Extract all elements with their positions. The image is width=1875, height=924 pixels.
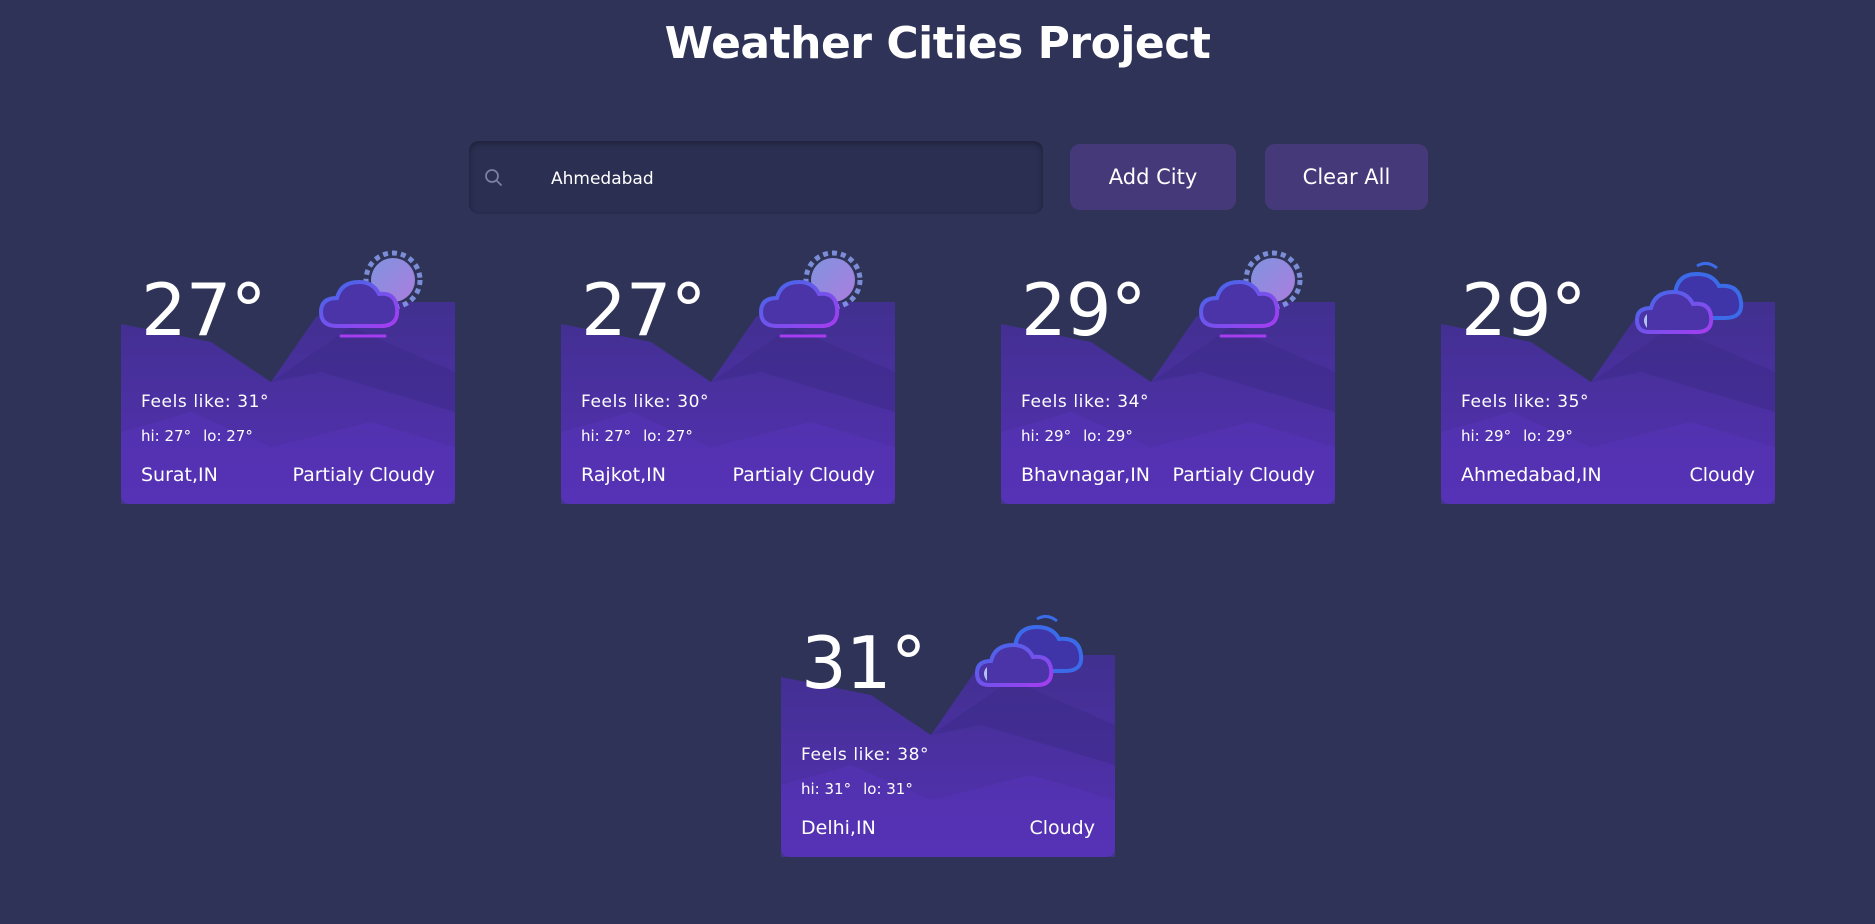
weather-card: 29° Feels like: 35° hi: 29° lo: 29° Ahmed… — [1441, 261, 1775, 504]
cloudy-icon — [974, 601, 1095, 701]
feels-like: Feels like: 30° — [581, 392, 710, 412]
search-box — [469, 141, 1043, 216]
lo-temp: lo: 31° — [863, 780, 913, 798]
hi-temp: hi: 27° — [141, 427, 192, 445]
hi-temp: hi: 31° — [801, 780, 852, 798]
condition: Partialy Cloudy — [732, 464, 875, 486]
hi-temp: hi: 27° — [581, 427, 632, 445]
city-name: Surat,IN — [141, 464, 218, 486]
temperature: 29° — [1461, 268, 1587, 352]
lo-temp: lo: 27° — [643, 427, 693, 445]
weather-card: 31° Feels like: 38° hi: 31° lo: 31° Delhi… — [781, 614, 1115, 857]
feels-like: Feels like: 35° — [1461, 392, 1590, 412]
city-name: Delhi,IN — [801, 817, 876, 839]
cloudy-icon — [1634, 248, 1755, 348]
search-icon — [483, 167, 505, 189]
condition: Partialy Cloudy — [1172, 464, 1315, 486]
hi-lo: hi: 31° lo: 31° — [801, 780, 925, 798]
clear-all-button[interactable]: Clear All — [1265, 144, 1428, 210]
weather-card: 27° Feels like: 30° hi: 27° lo: 27° Rajko… — [561, 250, 895, 504]
partly-cloudy-day-icon — [315, 248, 435, 348]
city-name: Rajkot,IN — [581, 464, 666, 486]
hi-lo: hi: 27° lo: 27° — [141, 427, 265, 445]
condition: Cloudy — [1029, 817, 1095, 839]
hi-lo: hi: 29° lo: 29° — [1021, 427, 1145, 445]
city-name: Ahmedabad,IN — [1461, 464, 1602, 486]
weather-card: 29° Feels like: 34° hi: 29° lo: 29° Bhavn… — [1001, 250, 1335, 504]
temperature: 31° — [801, 621, 927, 705]
add-city-button[interactable]: Add City — [1070, 144, 1236, 210]
hi-lo: hi: 29° lo: 29° — [1461, 427, 1585, 445]
feels-like: Feels like: 34° — [1021, 392, 1150, 412]
temperature: 27° — [581, 268, 707, 352]
city-name: Bhavnagar,IN — [1021, 464, 1151, 486]
hi-temp: hi: 29° — [1461, 427, 1512, 445]
feels-like: Feels like: 31° — [141, 392, 270, 412]
lo-temp: lo: 27° — [203, 427, 253, 445]
condition: Cloudy — [1689, 464, 1755, 486]
city-search-input[interactable] — [549, 141, 1023, 216]
lo-temp: lo: 29° — [1523, 427, 1573, 445]
lo-temp: lo: 29° — [1083, 427, 1133, 445]
partly-cloudy-day-icon — [1195, 248, 1315, 348]
feels-like: Feels like: 38° — [801, 745, 930, 765]
hi-temp: hi: 29° — [1021, 427, 1072, 445]
condition: Partialy Cloudy — [292, 464, 435, 486]
weather-card: 27° Feels like: 31° hi: 27° lo: 27° Surat… — [121, 250, 455, 504]
hi-lo: hi: 27° lo: 27° — [581, 427, 705, 445]
partly-cloudy-day-icon — [755, 248, 875, 348]
page-title: Weather Cities Project — [664, 18, 1211, 69]
temperature: 27° — [141, 268, 267, 352]
temperature: 29° — [1021, 268, 1147, 352]
